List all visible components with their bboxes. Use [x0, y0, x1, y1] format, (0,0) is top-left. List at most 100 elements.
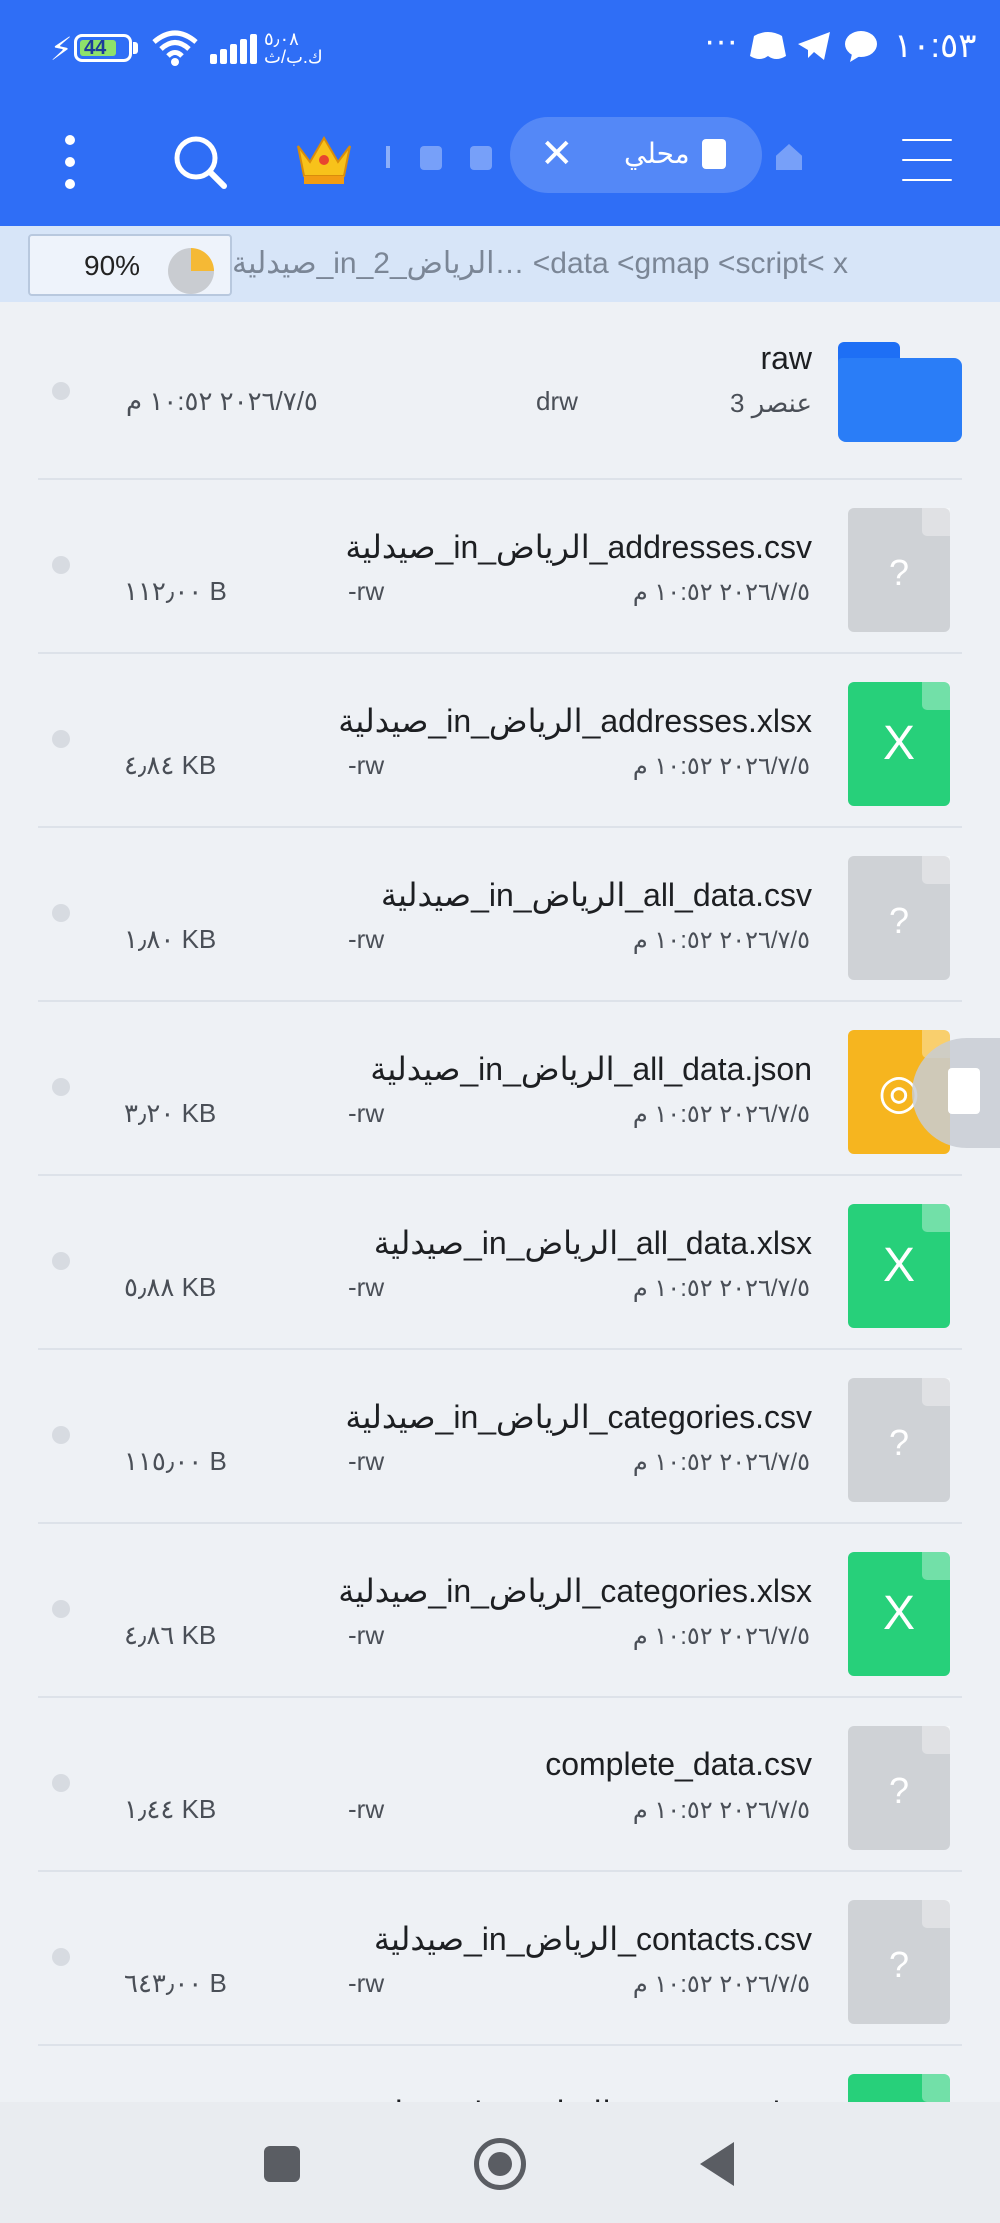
file-name: صيدلية_in_الرياض_categories.xlsx — [338, 1573, 812, 1609]
permissions: -rw — [348, 576, 385, 606]
folder-row[interactable]: raw 3 عنصر drw ٢٠٢٦/٧/٥ ١٠:٥٢ م — [0, 306, 1000, 480]
network-speed: ٥٫٠٨ ك.ب/ث — [264, 29, 323, 67]
file-row[interactable]: ◎ صيدلية_in_الرياض_all_data.json ٢٠٢٦/٧/… — [0, 1002, 1000, 1176]
file-row[interactable]: X صيدلية_in_الرياض_addresses.xlsx ٢٠٢٦/٧… — [0, 654, 1000, 828]
more-notifications-icon: ··· — [704, 22, 738, 60]
file-row[interactable]: ? صيدلية_in_الرياض_categories.csv ٢٠٢٦/٧… — [0, 1350, 1000, 1524]
file-name: صيدلية_in_الرياض_categories.csv — [345, 1399, 812, 1435]
permissions: -rw — [348, 750, 385, 780]
modified-date: ٢٠٢٦/٧/٥ ١٠:٥٢ م — [632, 1971, 810, 1998]
select-checkbox[interactable] — [52, 730, 70, 748]
location-tab-chip[interactable]: ✕ محلي — [510, 117, 762, 193]
unknown-file-icon: ? — [848, 1726, 950, 1850]
battery-icon: 44 — [74, 34, 132, 62]
select-checkbox[interactable] — [52, 1252, 70, 1270]
file-row[interactable]: ? صيدلية_in_الرياض_all_data.csv ٢٠٢٦/٧/٥… — [0, 828, 1000, 1002]
tab-doc-icon[interactable] — [420, 146, 442, 170]
file-name: صيدلية_in_الرياض_all_data.csv — [380, 877, 812, 913]
messenger-icon — [845, 31, 877, 62]
file-size: ٦٤٣٫٠٠ B — [124, 1968, 227, 1998]
modified-date: ٢٠٢٦/٧/٥ ١٠:٥٢ م — [632, 927, 810, 954]
file-row[interactable]: X صيدلية_in_الرياض_categories.xlsx ٢٠٢٦/… — [0, 1524, 1000, 1698]
clipboard-icon — [948, 1068, 980, 1114]
discord-icon — [750, 32, 786, 59]
permissions: drw — [536, 386, 578, 416]
file-name: صيدلية_in_الرياض_contacts.xlsx — [367, 2094, 812, 2102]
storage-pie-icon — [168, 248, 214, 294]
file-row[interactable]: X صيدلية_in_الرياض_all_data.xlsx ٢٠٢٦/٧/… — [0, 1176, 1000, 1350]
file-name: صيدلية_in_الرياض_addresses.csv — [345, 529, 812, 565]
unknown-file-icon: ? — [848, 508, 950, 632]
breadcrumb[interactable]: صيدلية_in_الرياض_2… <data <gmap <script<… — [232, 246, 848, 281]
home-button[interactable] — [474, 2138, 526, 2190]
unknown-file-icon: ? — [848, 856, 950, 980]
unknown-file-icon: ? — [848, 1378, 950, 1502]
modified-date: ٢٠٢٦/٧/٥ ١٠:٥٢ م — [126, 386, 318, 416]
document-icon — [702, 139, 726, 169]
select-checkbox[interactable] — [52, 556, 70, 574]
storage-percent: 90% — [84, 250, 141, 281]
battery-level: 44 — [84, 37, 107, 59]
file-size: ١٫٨٠ KB — [124, 924, 217, 954]
premium-crown-icon[interactable] — [294, 132, 354, 188]
select-checkbox[interactable] — [52, 1600, 70, 1618]
menu-icon[interactable] — [902, 130, 952, 190]
storage-usage[interactable]: 90% — [28, 234, 232, 296]
charging-icon: ⚡ — [50, 31, 73, 67]
file-name: صيدلية_in_الرياض_all_data.json — [370, 1051, 812, 1087]
file-row[interactable]: ? complete_data.csv ٢٠٢٦/٧/٥ ١٠:٥٢ م -rw… — [0, 1698, 1000, 1872]
permissions: -rw — [348, 1968, 385, 1998]
file-size: ١١٥٫٠٠ B — [124, 1446, 227, 1476]
modified-date: ٢٠٢٦/٧/٥ ١٠:٥٢ م — [632, 1275, 810, 1302]
file-name: صيدلية_in_الرياض_contacts.csv — [373, 1921, 812, 1957]
search-icon[interactable] — [172, 134, 228, 190]
select-checkbox[interactable] — [52, 1078, 70, 1096]
excel-file-icon: X — [848, 2074, 950, 2102]
file-size: ٣٫٢٠ KB — [124, 1098, 217, 1128]
file-name: صيدلية_in_الرياض_addresses.xlsx — [338, 703, 812, 739]
permissions: -rw — [348, 1620, 385, 1650]
wifi-icon — [152, 30, 198, 66]
close-icon[interactable]: ✕ — [540, 131, 574, 177]
app-bar — [0, 110, 1000, 210]
tab-doc-icon[interactable] — [470, 146, 492, 170]
permissions: -rw — [348, 1446, 385, 1476]
file-row[interactable]: ? صيدلية_in_الرياض_contacts.csv ٢٠٢٦/٧/٥… — [0, 1872, 1000, 2046]
unknown-file-icon: ? — [848, 1900, 950, 2024]
select-checkbox[interactable] — [52, 1774, 70, 1792]
file-size: ٥٫٨٨ KB — [124, 1272, 217, 1302]
file-size: ١٫٤٤ KB — [124, 1794, 217, 1824]
file-size: ١١٢٫٠٠ B — [124, 576, 227, 606]
file-size: ٤٫٨٤ KB — [124, 750, 217, 780]
excel-file-icon: X — [848, 1204, 950, 1328]
location-label: محلي — [624, 138, 690, 169]
select-checkbox[interactable] — [52, 904, 70, 922]
select-checkbox[interactable] — [52, 1426, 70, 1444]
modified-date: ٢٠٢٦/٧/٥ ١٠:٥٢ م — [632, 1101, 810, 1128]
modified-date: ٢٠٢٦/٧/٥ ١٠:٥٢ م — [632, 753, 810, 780]
recents-button[interactable] — [264, 2146, 300, 2182]
more-options-icon[interactable] — [56, 126, 84, 198]
select-checkbox[interactable] — [52, 1948, 70, 1966]
file-row[interactable]: X صيدلية_in_الرياض_contacts.xlsx — [0, 2046, 1000, 2102]
file-name: complete_data.csv — [545, 1746, 812, 1782]
file-row[interactable]: ? صيدلية_in_الرياض_addresses.csv ٢٠٢٦/٧/… — [0, 480, 1000, 654]
item-count: 3 عنصر — [730, 388, 812, 418]
clock: ١٠:٥٣ — [894, 27, 977, 65]
modified-date: ٢٠٢٦/٧/٥ ١٠:٥٢ م — [632, 1797, 810, 1824]
modified-date: ٢٠٢٦/٧/٥ ١٠:٥٢ م — [632, 1623, 810, 1650]
permissions: -rw — [348, 1272, 385, 1302]
path-bar: 90% صيدلية_in_الرياض_2… <data <gmap <scr… — [0, 226, 1000, 302]
permissions: -rw — [348, 924, 385, 954]
status-bar: ⚡ 44 ٥٫٠٨ ك.ب/ث ··· ١٠:٥٣ — [0, 0, 1000, 100]
home-icon[interactable] — [776, 144, 802, 170]
select-checkbox[interactable] — [52, 382, 70, 400]
folder-icon — [838, 342, 962, 442]
navigation-bar — [0, 2102, 1000, 2223]
file-size: ٤٫٨٦ KB — [124, 1620, 217, 1650]
modified-date: ٢٠٢٦/٧/٥ ١٠:٥٢ م — [632, 1449, 810, 1476]
file-list: raw 3 عنصر drw ٢٠٢٦/٧/٥ ١٠:٥٢ م ? صيدلية… — [0, 302, 1000, 2102]
back-button[interactable] — [700, 2142, 734, 2186]
file-name: raw — [760, 340, 812, 376]
file-name: صيدلية_in_الرياض_all_data.xlsx — [373, 1225, 812, 1261]
